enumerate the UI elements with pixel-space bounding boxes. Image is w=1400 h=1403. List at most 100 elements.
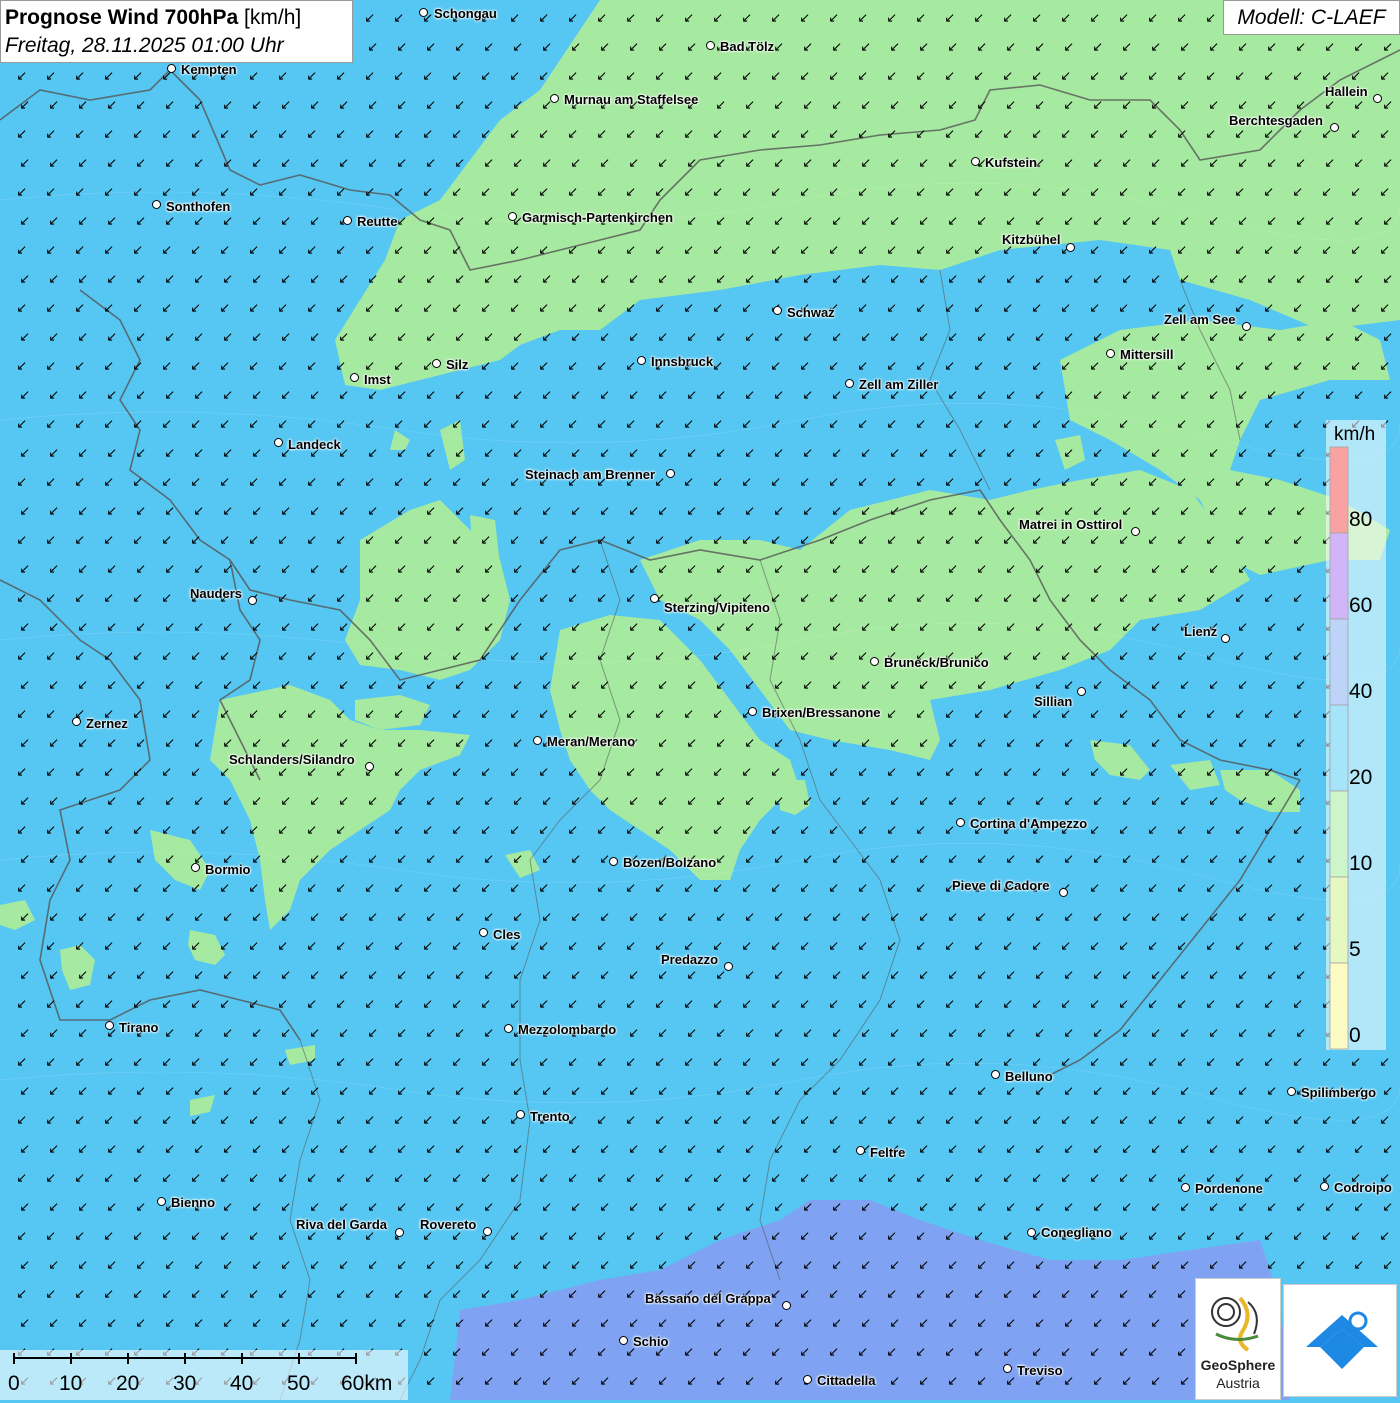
wind-arrow: ↙ [222,330,233,345]
wind-arrow: ↙ [1034,736,1045,751]
weather-app-logo[interactable] [1283,1284,1397,1397]
city-marker [609,857,618,866]
wind-arrow: ↙ [1263,533,1274,548]
wind-arrow: ↙ [454,1200,465,1215]
city-marker [637,356,646,365]
wind-arrow: ↙ [135,214,146,229]
wind-arrow: ↙ [1266,794,1277,809]
wind-arrow: ↙ [190,1171,201,1186]
wind-arrow: ↙ [770,243,781,258]
wind-arrow: ↙ [422,475,433,490]
wind-arrow: ↙ [1147,185,1158,200]
wind-arrow: ↙ [1060,1055,1071,1070]
wind-arrow: ↙ [802,1084,813,1099]
wind-arrow: ↙ [309,1316,320,1331]
wind-arrow: ↙ [164,620,175,635]
wind-arrow: ↙ [480,127,491,142]
wind-arrow: ↙ [741,823,752,838]
wind-arrow: ↙ [1063,852,1074,867]
wind-arrow: ↙ [773,1084,784,1099]
wind-arrow: ↙ [396,620,407,635]
wind-arrow: ↙ [1295,562,1306,577]
wind-arrow: ↙ [567,301,578,316]
wind-arrow: ↙ [16,591,27,606]
wind-arrow: ↙ [1237,562,1248,577]
wind-arrow: ↙ [422,1113,433,1128]
wind-arrow: ↙ [654,1113,665,1128]
wind-arrow: ↙ [1060,939,1071,954]
wind-arrow: ↙ [338,1200,349,1215]
wind-arrow: ↙ [1350,359,1361,374]
wind-arrow: ↙ [451,69,462,84]
city-label: Tirano [119,1020,159,1035]
wind-arrow: ↙ [1350,1055,1361,1070]
wind-arrow: ↙ [915,707,926,722]
wind-arrow: ↙ [538,939,549,954]
wind-arrow: ↙ [306,591,317,606]
city-marker [803,1375,812,1384]
wind-arrow: ↙ [1121,968,1132,983]
wind-arrow: ↙ [857,823,868,838]
wind-arrow: ↙ [538,533,549,548]
wind-arrow: ↙ [454,1084,465,1099]
wind-arrow: ↙ [451,1287,462,1302]
wind-arrow: ↙ [483,968,494,983]
wind-arrow: ↙ [1295,330,1306,345]
wind-arrow: ↙ [1205,243,1216,258]
wind-arrow: ↙ [1266,736,1277,751]
wind-arrow: ↙ [1060,185,1071,200]
wind-arrow: ↙ [802,388,813,403]
wind-arrow: ↙ [857,1229,868,1244]
wind-arrow: ↙ [164,794,175,809]
wind-arrow: ↙ [1005,1374,1016,1389]
geosphere-text-line1: GeoSphere [1200,1357,1276,1373]
wind-arrow: ↙ [802,1026,813,1041]
wind-arrow: ↙ [802,794,813,809]
wind-arrow: ↙ [483,794,494,809]
wind-arrow: ↙ [135,504,146,519]
wind-arrow: ↙ [918,40,929,55]
wind-arrow: ↙ [16,475,27,490]
wind-arrow: ↙ [860,1084,871,1099]
wind-arrow: ↙ [425,562,436,577]
wind-arrow: ↙ [1234,939,1245,954]
wind-arrow: ↙ [860,736,871,751]
wind-arrow: ↙ [280,1026,291,1041]
wind-arrow: ↙ [161,359,172,374]
wind-arrow: ↙ [1176,1287,1187,1302]
geosphere-logo[interactable]: GeoSphere Austria [1195,1278,1281,1400]
wind-arrow: ↙ [164,678,175,693]
wind-arrow: ↙ [451,417,462,432]
wind-arrow: ↙ [451,185,462,200]
wind-arrow: ↙ [1002,1229,1013,1244]
wind-arrow: ↙ [425,910,436,925]
wind-arrow: ↙ [425,504,436,519]
wind-arrow: ↙ [799,417,810,432]
wind-arrow: ↙ [570,388,581,403]
wind-arrow: ↙ [106,1084,117,1099]
wind-arrow: ↙ [657,1374,668,1389]
wind-arrow: ↙ [712,127,723,142]
wind-arrow: ↙ [19,968,30,983]
city-label: Belluno [1005,1069,1053,1084]
wind-arrow: ↙ [889,852,900,867]
wind-arrow: ↙ [831,446,842,461]
wind-arrow: ↙ [976,40,987,55]
city-label: Bruneck/Brunico [884,655,989,670]
wind-arrow: ↙ [1147,939,1158,954]
wind-arrow: ↙ [164,562,175,577]
wind-arrow: ↙ [193,1026,204,1041]
wind-arrow: ↙ [451,1345,462,1360]
wind-arrow: ↙ [657,272,668,287]
wind-arrow: ↙ [1121,330,1132,345]
wind-arrow: ↙ [802,910,813,925]
wind-arrow: ↙ [799,1171,810,1186]
wind-arrow: ↙ [860,1258,871,1273]
wind-arrow: ↙ [45,69,56,84]
wind-arrow: ↙ [567,1229,578,1244]
wind-arrow: ↙ [425,968,436,983]
wind-arrow: ↙ [190,417,201,432]
city-marker [1077,687,1086,696]
wind-arrow: ↙ [715,272,726,287]
city-marker [1027,1228,1036,1237]
